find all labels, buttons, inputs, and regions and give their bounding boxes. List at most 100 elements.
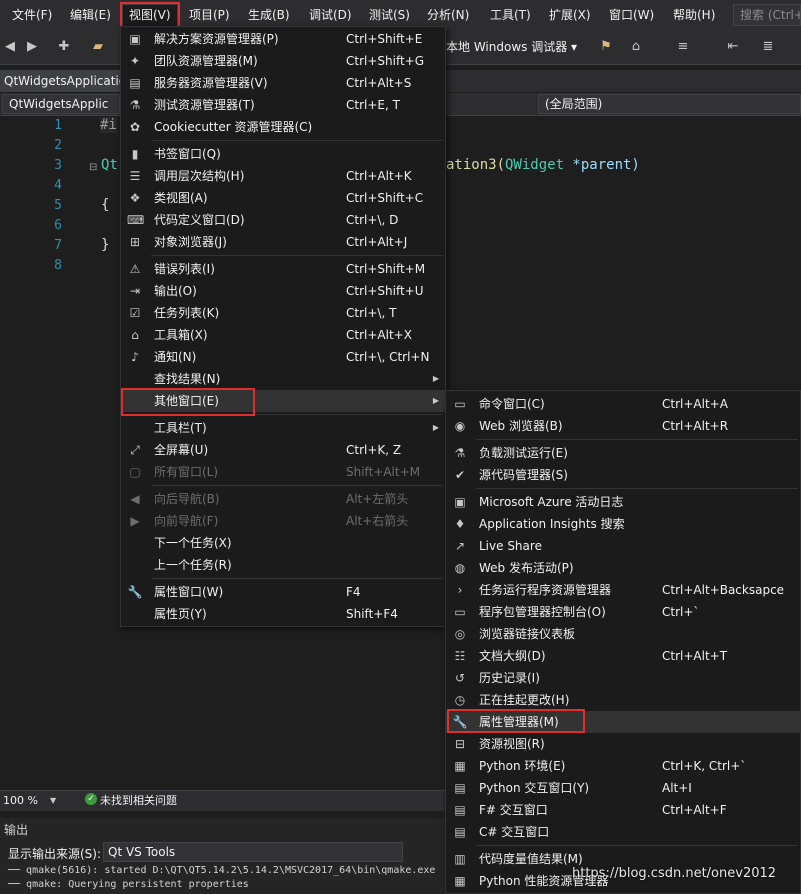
code-param-type: QWidget <box>505 157 565 173</box>
forward-icon[interactable]: ▶ <box>24 39 40 55</box>
menu-item[interactable]: ☰ 调用层次结构(H) Ctrl+Alt+K <box>121 165 445 187</box>
menu-item[interactable]: ✿ Cookiecutter 资源管理器(C) <box>121 116 445 138</box>
project-combo[interactable]: QtWidgetsApplic <box>2 94 120 114</box>
comment-icon[interactable]: ≣ <box>760 39 776 55</box>
menu-item[interactable]: ◉ Web 浏览器(B) Ctrl+Alt+R <box>446 415 800 437</box>
menu-item[interactable]: ⇥ 输出(O) Ctrl+Shift+U <box>121 280 445 302</box>
menu-item[interactable]: ▭ 程序包管理器控制台(O) Ctrl+` <box>446 601 800 623</box>
menu-item[interactable]: ⌨ 代码定义窗口(D) Ctrl+\, D <box>121 209 445 231</box>
menu-item[interactable]: ◷ 正在挂起更改(H) <box>446 689 800 711</box>
menu-item[interactable]: › 任务运行程序资源管理器 Ctrl+Alt+Backsapce <box>446 579 800 601</box>
menu-help[interactable]: 帮助(H) <box>667 4 721 26</box>
menu-item-shortcut: Ctrl+\, D <box>346 213 399 227</box>
code-function: ation3( <box>446 157 506 173</box>
menu-item-shortcut: Ctrl+Alt+Backsapce <box>662 583 785 597</box>
open-folder-icon[interactable]: ▰ <box>90 39 106 55</box>
menu-item[interactable]: ◍ Web 发布活动(P) <box>446 557 800 579</box>
menu-item[interactable]: ◎ 浏览器链接仪表板 <box>446 623 800 645</box>
menu-item[interactable]: 属性页(Y) Shift+F4 <box>121 603 445 625</box>
menu-debug[interactable]: 调试(D) <box>303 4 358 26</box>
menu-item[interactable]: 上一个任务(R) <box>121 554 445 576</box>
scope-combo[interactable]: (全局范围) <box>538 94 801 114</box>
menu-item-label: 调用层次结构(H) <box>154 169 245 183</box>
menu-analyze[interactable]: 分析(N) <box>421 4 475 26</box>
indent-icon[interactable]: ⇤ <box>725 39 741 55</box>
menu-item[interactable]: ⤢ 全屏幕(U) Ctrl+K, Z <box>121 439 445 461</box>
menu-item[interactable]: ✦ 团队资源管理器(M) Ctrl+Shift+G <box>121 50 445 72</box>
menu-item-shortcut: Shift+Alt+M <box>346 465 420 479</box>
live-share-icon: ↗ <box>454 539 466 553</box>
menu-item-label: 代码定义窗口(D) <box>154 213 245 227</box>
menu-item[interactable]: ✔ 源代码管理器(S) <box>446 464 800 486</box>
menu-item-label: Live Share <box>479 539 542 553</box>
menu-item[interactable]: ⊟ 资源视图(R) <box>446 733 800 755</box>
menu-item[interactable]: ⚗ 测试资源管理器(T) Ctrl+E, T <box>121 94 445 116</box>
home-icon[interactable]: ⌂ <box>628 39 644 55</box>
menu-item[interactable]: 🔧 属性管理器(M) <box>446 711 800 733</box>
menu-file[interactable]: 文件(F) <box>6 4 58 26</box>
code-brace-close: } <box>101 237 110 253</box>
menu-item[interactable]: ▤ 服务器资源管理器(V) Ctrl+Alt+S <box>121 72 445 94</box>
menu-item[interactable]: ↗ Live Share <box>446 535 800 557</box>
collapse-icon[interactable]: ⊟ <box>89 162 97 173</box>
menu-item[interactable]: 查找结果(N) ▶ <box>121 368 445 390</box>
menu-item[interactable]: ⚠ 错误列表(I) Ctrl+Shift+M <box>121 258 445 280</box>
server-explorer-icon: ▤ <box>129 76 141 90</box>
menu-item[interactable]: ▮ 书签窗口(Q) <box>121 143 445 165</box>
menu-item-label: 解决方案资源管理器(P) <box>154 32 279 46</box>
menu-extensions[interactable]: 扩展(X) <box>543 4 597 26</box>
csharp-interactive-icon: ▤ <box>454 825 466 839</box>
menu-item[interactable]: 下一个任务(X) <box>121 532 445 554</box>
menu-item[interactable]: ☑ 任务列表(K) Ctrl+\, T <box>121 302 445 324</box>
line-number: 7 <box>54 238 62 253</box>
menu-build[interactable]: 生成(B) <box>242 4 296 26</box>
menu-item[interactable]: ▤ F# 交互窗口 Ctrl+Alt+F <box>446 799 800 821</box>
menu-item[interactable]: ⌂ 工具箱(X) Ctrl+Alt+X <box>121 324 445 346</box>
document-tab[interactable]: QtWidgetsApplication <box>0 70 120 92</box>
line-number: 4 <box>54 178 62 193</box>
menu-item[interactable]: ⊞ 对象浏览器(J) Ctrl+Alt+J <box>121 231 445 253</box>
menu-item-shortcut: Ctrl+Shift+M <box>346 262 426 276</box>
menu-item[interactable]: ▦ Python 环境(E) Ctrl+K, Ctrl+` <box>446 755 800 777</box>
menu-item[interactable]: 工具栏(T) ▶ <box>121 417 445 439</box>
menu-item[interactable]: ♪ 通知(N) Ctrl+\, Ctrl+N <box>121 346 445 368</box>
submenu-arrow-icon: ▶ <box>432 374 439 383</box>
menu-item-label: Python 交互窗口(Y) <box>479 781 590 795</box>
menu-item[interactable]: ▤ C# 交互窗口 <box>446 821 800 843</box>
chevron-down-icon[interactable]: ▼ <box>50 793 56 809</box>
menu-item[interactable]: ❖ 类视图(A) Ctrl+Shift+C <box>121 187 445 209</box>
menu-item[interactable]: ↺ 历史记录(I) <box>446 667 800 689</box>
web-publish-icon: ◍ <box>454 561 466 575</box>
menu-item[interactable]: ▭ 命令窗口(C) Ctrl+Alt+A <box>446 393 800 415</box>
line-number: 8 <box>54 258 62 273</box>
menu-item[interactable]: ▣ 解决方案资源管理器(P) Ctrl+Shift+E <box>121 28 445 50</box>
format-icon[interactable]: ≡ <box>675 39 691 55</box>
new-project-icon[interactable]: ✚ <box>56 39 72 55</box>
menu-item[interactable]: 其他窗口(E) ▶ <box>121 390 445 412</box>
menu-item[interactable]: ▣ Microsoft Azure 活动日志 <box>446 491 800 513</box>
menu-separator <box>151 414 443 415</box>
menu-item[interactable]: ♦ Application Insights 搜索 <box>446 513 800 535</box>
menu-item-shortcut: Ctrl+Alt+A <box>662 397 728 411</box>
attach-icon[interactable]: ⚑ <box>598 39 614 55</box>
menu-edit[interactable]: 编辑(E) <box>64 4 117 26</box>
menu-item-shortcut: Ctrl+` <box>662 605 700 619</box>
menu-test[interactable]: 测试(S) <box>363 4 416 26</box>
menu-item[interactable]: 🔧 属性窗口(W) F4 <box>121 581 445 603</box>
search-input[interactable]: 搜索 (Ctrl+ <box>733 4 801 26</box>
resource-view-icon: ⊟ <box>454 737 466 751</box>
menu-separator <box>151 255 443 256</box>
menu-window[interactable]: 窗口(W) <box>603 4 660 26</box>
menu-tools[interactable]: 工具(T) <box>484 4 537 26</box>
menu-item-label: 测试资源管理器(T) <box>154 98 255 112</box>
menu-item[interactable]: ▤ Python 交互窗口(Y) Alt+I <box>446 777 800 799</box>
debugger-select[interactable]: 本地 Windows 调试器 ▾ <box>446 36 577 58</box>
menu-item[interactable]: ☷ 文档大纲(D) Ctrl+Alt+T <box>446 645 800 667</box>
menu-view[interactable]: 视图(V) <box>122 4 178 26</box>
menu-item[interactable]: ⚗ 负载测试运行(E) <box>446 442 800 464</box>
object-browser-icon: ⊞ <box>129 235 141 249</box>
menu-project[interactable]: 项目(P) <box>183 4 236 26</box>
output-source-select[interactable]: Qt VS Tools <box>103 842 403 862</box>
menu-item-shortcut: Ctrl+Shift+U <box>346 284 424 298</box>
back-icon[interactable]: ◀ <box>2 39 18 55</box>
